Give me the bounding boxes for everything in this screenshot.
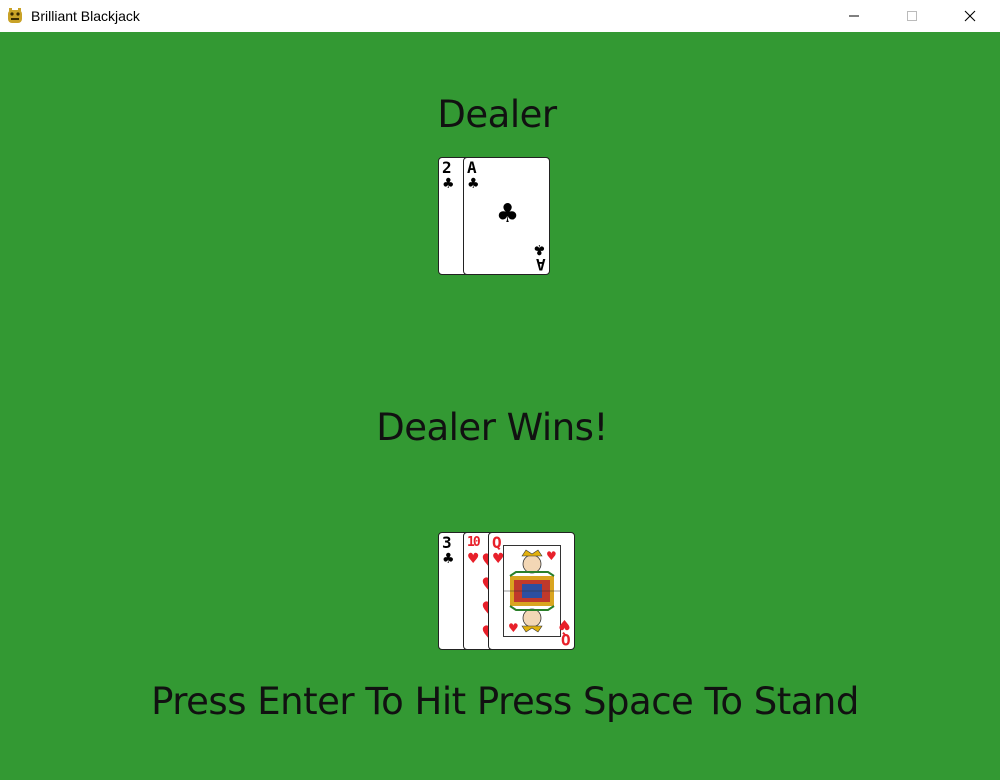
minimize-button[interactable] — [825, 0, 883, 32]
window-title: Brilliant Blackjack — [31, 8, 140, 24]
game-canvas[interactable]: Dealer 2 ♣ A ♣ ♣ ♣ A Dealer Wins! 3 ♣ 10… — [0, 32, 1000, 780]
dealer-label: Dealer — [437, 93, 557, 136]
heart-icon: ♥ — [558, 616, 571, 632]
result-message: Dealer Wins! — [376, 406, 608, 449]
card-rank: A — [467, 158, 477, 177]
window-title-bar[interactable]: Brilliant Blackjack — [0, 0, 1000, 32]
card-rank: Q — [492, 533, 502, 552]
svg-text:♥: ♥ — [508, 621, 519, 635]
card-rank: 3 — [442, 533, 452, 552]
maximize-button[interactable] — [883, 0, 941, 32]
club-icon: ♣ — [533, 241, 546, 257]
heart-icon: ♥ — [467, 551, 480, 567]
club-icon: ♣ — [495, 199, 520, 229]
club-icon: ♣ — [442, 551, 455, 567]
minimize-icon — [849, 15, 859, 17]
app-icon — [6, 7, 24, 25]
svg-text:♥: ♥ — [546, 549, 557, 563]
player-hand: 3 ♣ 10 ♥ ♥ ♥ ♥ ♥ Q ♥ — [438, 532, 578, 652]
card-rank: A — [537, 255, 546, 274]
card-rank: Q — [562, 630, 571, 649]
dealer-card-2: A ♣ ♣ ♣ A — [463, 157, 550, 275]
close-icon — [964, 10, 976, 22]
close-button[interactable] — [941, 0, 999, 32]
club-icon: ♣ — [467, 176, 480, 192]
controls-prompt: Press Enter To Hit Press Space To Stand — [151, 680, 859, 723]
club-icon: ♣ — [442, 176, 455, 192]
player-card-3: Q ♥ ♥ ♥ ♥ Q — [488, 532, 575, 650]
queen-figure-icon: ♥ ♥ — [504, 546, 560, 636]
card-rank: 10 — [467, 535, 481, 550]
queen-face-art: ♥ ♥ — [503, 545, 561, 637]
maximize-icon — [907, 11, 917, 21]
card-rank: 2 — [442, 158, 452, 177]
dealer-hand: 2 ♣ A ♣ ♣ ♣ A — [438, 157, 552, 277]
